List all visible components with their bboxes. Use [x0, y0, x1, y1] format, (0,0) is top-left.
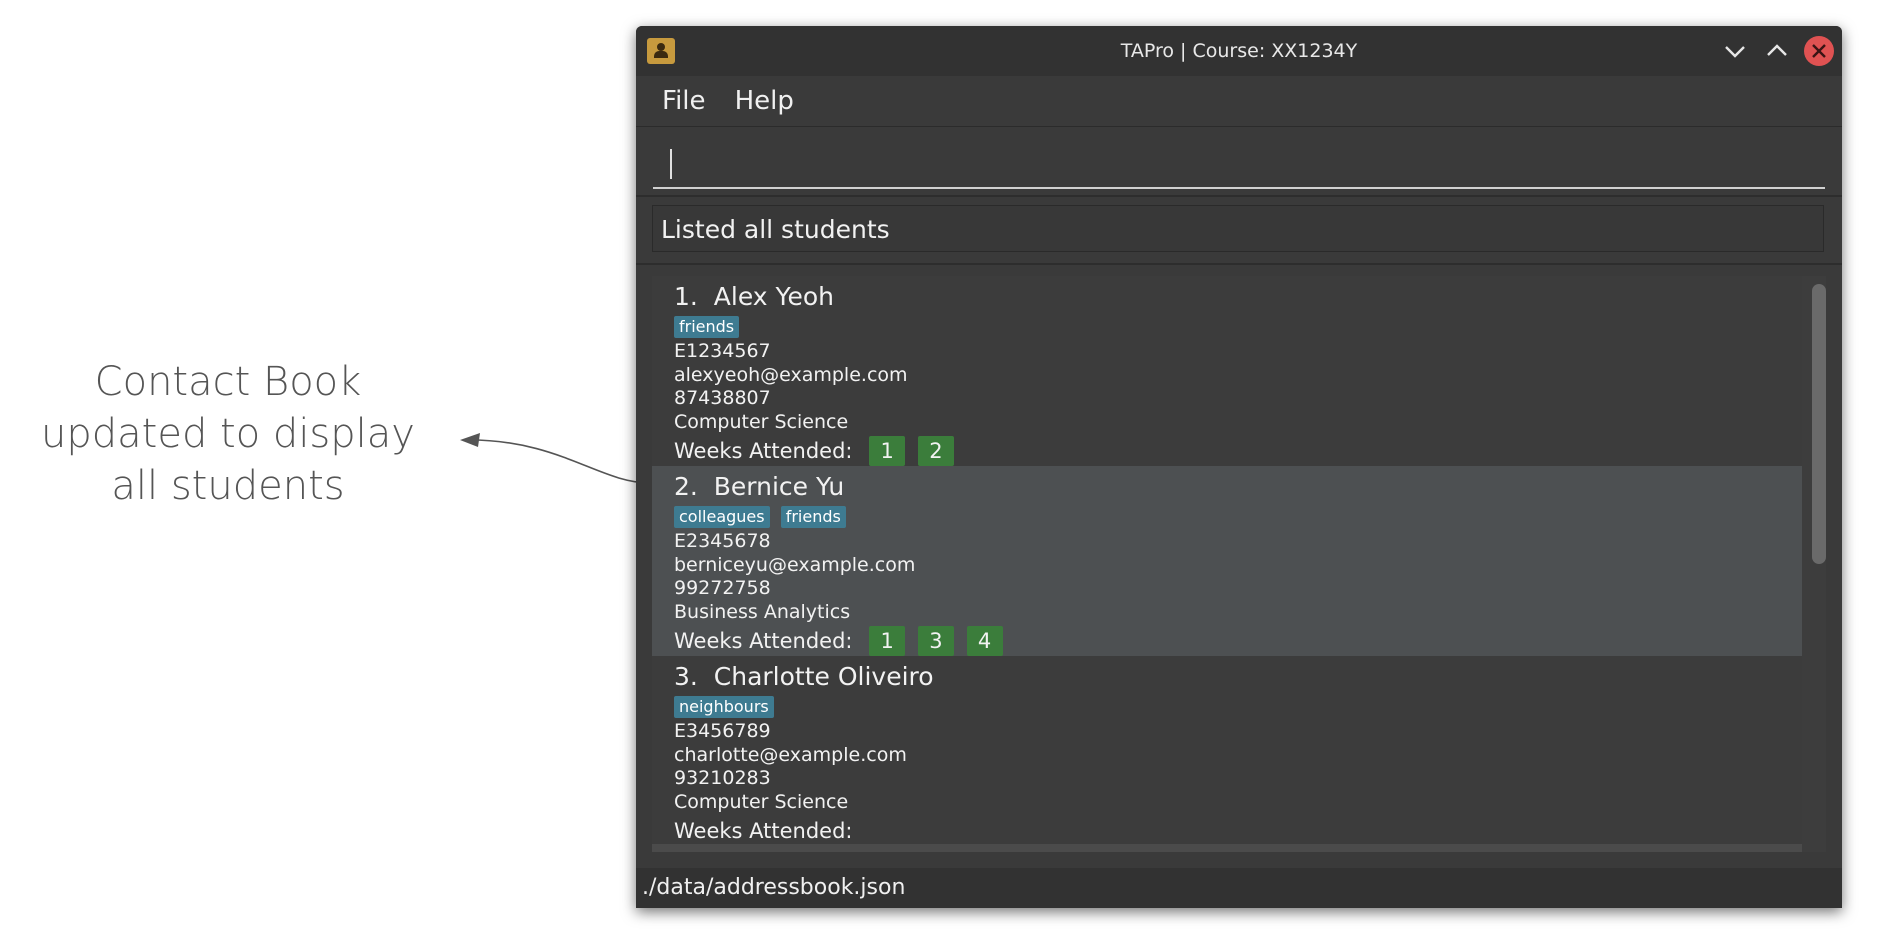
weeks-label: Weeks Attended: — [674, 819, 853, 844]
student-name: Alex Yeoh — [713, 282, 834, 311]
student-name: Charlotte Oliveiro — [713, 662, 934, 691]
menu-help[interactable]: Help — [723, 76, 806, 126]
student-name-row: 3. Charlotte Oliveiro — [674, 656, 1802, 692]
student-id: E3456789 — [674, 720, 771, 742]
student-card[interactable]: 3. Charlotte Oliveiro neighbours E345678… — [652, 656, 1802, 846]
chevron-up-icon — [1767, 44, 1787, 56]
weeks-attended: Weeks Attended: 1 3 4 — [674, 625, 1802, 657]
student-list[interactable]: 1. Alex Yeoh friends E1234567 alexyeoh@e… — [652, 276, 1826, 852]
student-name-row: 1. Alex Yeoh — [674, 276, 1802, 312]
tag-list: colleagues friends — [674, 506, 1802, 530]
close-button[interactable] — [1804, 36, 1834, 66]
weeks-label: Weeks Attended: — [674, 629, 853, 654]
menu-bar: File Help — [636, 76, 1842, 127]
tag: neighbours — [674, 696, 774, 718]
command-input[interactable] — [653, 135, 1825, 189]
student-email: charlotte@example.com — [674, 743, 907, 766]
student-phone: 87438807 — [674, 387, 771, 410]
command-area — [636, 127, 1842, 197]
maximize-button[interactable] — [1762, 36, 1792, 66]
week-badge: 3 — [917, 626, 954, 657]
tag: colleagues — [674, 506, 770, 528]
student-index: 3. — [674, 662, 698, 691]
student-id: E1234567 — [674, 340, 771, 362]
tag-list: neighbours — [674, 696, 1802, 720]
student-major: Computer Science — [674, 790, 849, 813]
student-card-selected[interactable]: 2. Bernice Yu colleagues friends E234567… — [652, 466, 1802, 657]
student-phone: 93210283 — [674, 767, 771, 790]
week-badge: 2 — [917, 436, 954, 467]
window-title: TAPro | Course: XX1234Y — [1120, 40, 1358, 62]
chevron-down-icon — [1725, 46, 1745, 58]
student-email: berniceyu@example.com — [674, 553, 916, 576]
week-badge: 1 — [869, 626, 906, 657]
title-bar: TAPro | Course: XX1234Y — [636, 26, 1842, 76]
annotation-arrow — [460, 433, 655, 488]
week-badge: 1 — [869, 436, 906, 467]
menu-file[interactable]: File — [650, 76, 718, 126]
list-divider — [652, 844, 1802, 852]
student-id: E2345678 — [674, 530, 771, 552]
student-major: Computer Science — [674, 410, 849, 433]
scrollbar-thumb[interactable] — [1812, 284, 1826, 564]
student-email: alexyeoh@example.com — [674, 363, 908, 386]
result-display: Listed all students — [652, 205, 1824, 252]
student-card[interactable]: 1. Alex Yeoh friends E1234567 alexyeoh@e… — [652, 276, 1802, 467]
text-caret — [670, 149, 672, 179]
minimize-button[interactable] — [1720, 36, 1750, 66]
weeks-attended: Weeks Attended: — [674, 815, 1802, 847]
student-index: 1. — [674, 282, 698, 311]
arrow-head — [460, 433, 480, 447]
tag: friends — [674, 316, 740, 338]
tag-list: friends — [674, 316, 1802, 340]
weeks-attended: Weeks Attended: 1 2 — [674, 435, 1802, 467]
student-index: 2. — [674, 472, 698, 501]
app-window: TAPro | Course: XX1234Y File Help Listed… — [636, 26, 1842, 908]
student-major: Business Analytics — [674, 600, 851, 623]
result-area: Listed all students — [636, 197, 1842, 265]
tag: friends — [780, 506, 846, 528]
arrow-line — [469, 439, 651, 484]
close-icon — [1812, 44, 1826, 58]
week-badge: 4 — [966, 626, 1003, 657]
student-name: Bernice Yu — [713, 472, 845, 501]
weeks-label: Weeks Attended: — [674, 439, 853, 464]
student-name-row: 2. Bernice Yu — [674, 466, 1802, 502]
status-bar: ./data/addressbook.json — [636, 868, 1842, 908]
student-phone: 99272758 — [674, 577, 771, 600]
